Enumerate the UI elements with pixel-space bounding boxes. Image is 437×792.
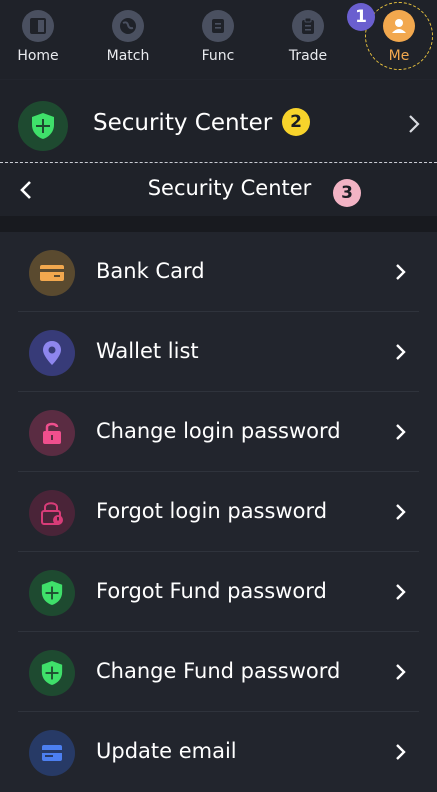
menu-item-label: Change Fund password (96, 659, 341, 683)
tab-trade-label: Trade (288, 48, 328, 64)
section-gap (0, 216, 437, 232)
menu-item-bank-card[interactable]: Bank Card (0, 232, 437, 312)
chevron-right-icon (396, 664, 406, 680)
menu-item-change-login-password[interactable]: Change login password (0, 392, 437, 472)
tab-home[interactable]: Home (3, 10, 73, 70)
tab-home-label: Home (17, 48, 59, 64)
tab-match-label: Match (106, 48, 150, 64)
unlock-icon (29, 410, 75, 456)
menu-item-label: Update email (96, 739, 237, 763)
tab-match[interactable]: Match (93, 10, 163, 70)
menu-item-update-email[interactable]: Update email (0, 712, 437, 792)
globe-icon (112, 10, 144, 42)
annotation-badge-2: 2 (282, 108, 310, 136)
location-pin-icon (29, 330, 75, 376)
chevron-right-icon (396, 344, 406, 360)
page-title: Security Center (147, 176, 312, 200)
menu-item-label: Bank Card (96, 259, 205, 283)
tab-func-label: Func (201, 48, 235, 64)
me-tab-highlight-ring (365, 2, 433, 70)
annotation-badge-1: 1 (347, 3, 375, 31)
shield-icon (29, 570, 75, 616)
lock-question-icon (29, 490, 75, 536)
menu-item-change-fund-password[interactable]: Change Fund password (0, 632, 437, 712)
menu-item-label: Forgot Fund password (96, 579, 327, 603)
tab-trade[interactable]: Trade (273, 10, 343, 70)
security-center-row-title: Security Center (93, 110, 273, 136)
chevron-right-icon (396, 744, 406, 760)
security-center-row[interactable]: Security Center (0, 80, 437, 162)
menu-item-wallet-list[interactable]: Wallet list (0, 312, 437, 392)
shield-icon (29, 650, 75, 696)
menu-item-label: Wallet list (96, 339, 199, 363)
page-navbar: Security Center (0, 164, 437, 216)
chevron-right-icon (409, 115, 420, 133)
chevron-right-icon (396, 584, 406, 600)
chevron-right-icon (396, 264, 406, 280)
chevron-right-icon (396, 504, 406, 520)
document-icon (202, 10, 234, 42)
email-icon (29, 730, 75, 776)
shield-icon (18, 101, 68, 151)
menu-item-forgot-fund-password[interactable]: Forgot Fund password (0, 552, 437, 632)
tab-func[interactable]: Func (183, 10, 253, 70)
menu-item-label: Forgot login password (96, 499, 328, 523)
menu-item-forgot-login-password[interactable]: Forgot login password (0, 472, 437, 552)
security-menu-list: Bank Card Wallet list Change login passw… (0, 232, 437, 792)
chevron-right-icon (396, 424, 406, 440)
menu-item-label: Change login password (96, 419, 341, 443)
clipboard-icon (292, 10, 324, 42)
annotation-badge-3: 3 (333, 179, 361, 207)
dashed-divider (0, 162, 437, 163)
bank-card-icon (29, 250, 75, 296)
home-icon (22, 10, 54, 42)
